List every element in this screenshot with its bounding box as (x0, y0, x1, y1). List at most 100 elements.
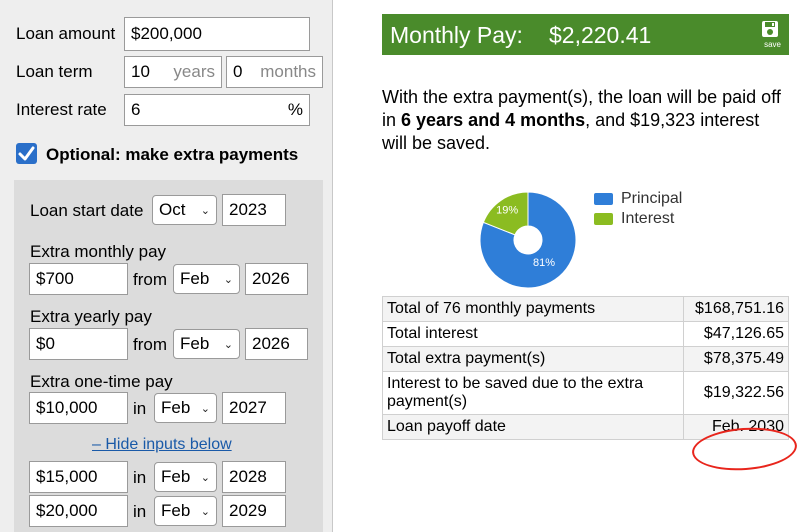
extra-row-connector: in (133, 502, 147, 521)
chevron-down-icon: ⌄ (200, 506, 210, 518)
table-row: Total extra payment(s) $78,375.49 (382, 346, 789, 372)
monthly-pay-header: Monthly Pay: $2,220.41 save (382, 14, 789, 55)
hide-inputs-link[interactable]: – Hide inputs below (92, 436, 232, 454)
extra-monthly-month-value: Feb (180, 269, 210, 288)
legend-interest-label: Interest (621, 210, 675, 227)
row-value: $47,126.65 (683, 321, 789, 347)
loan-amount-input[interactable]: $200,000 (124, 17, 310, 51)
results-table: Total of 76 monthly payments $168,751.16… (382, 296, 789, 440)
loan-term-label: Loan term (16, 62, 93, 81)
extra-row-connector: in (133, 468, 147, 487)
extra-yearly-connector: from (133, 335, 167, 354)
extra-yearly-year-value: 2026 (252, 334, 290, 353)
extra-onetime-month-value: Feb (161, 398, 191, 417)
chevron-down-icon: ⌄ (200, 472, 210, 484)
save-icon[interactable] (761, 20, 779, 40)
years-unit: years (173, 62, 215, 81)
interest-rate-label: Interest rate (16, 100, 107, 119)
loan-input-panel: Loan amount $200,000 Loan term 10 years … (0, 0, 333, 532)
chevron-down-icon: ⌄ (200, 205, 210, 217)
row-label: Total extra payment(s) (382, 346, 684, 372)
extra-monthly-amount-input[interactable]: $700 (29, 263, 128, 295)
extra-yearly-amount-value: $0 (36, 334, 55, 353)
table-row: Total interest $47,126.65 (382, 321, 789, 347)
extra-monthly-amount-value: $700 (36, 269, 74, 288)
extra-monthly-year-input[interactable]: 2026 (245, 263, 308, 295)
loan-amount-label: Loan amount (16, 24, 116, 43)
extra-onetime-label: Extra one-time pay (30, 372, 173, 391)
extra-monthly-month-select[interactable]: Feb ⌄ (173, 264, 240, 294)
monthly-pay-value: $2,220.41 (549, 22, 652, 48)
legend-principal: Principal (594, 190, 682, 208)
extra-onetime-connector: in (133, 399, 147, 418)
extra-row-amount-value: $20,000 (36, 501, 98, 520)
extra-row-month-select[interactable]: Feb ⌄ (154, 462, 217, 492)
extra-row-amount-input[interactable]: $20,000 (29, 495, 128, 527)
row-label: Total of 76 monthly payments (382, 296, 684, 322)
extra-onetime-amount-input[interactable]: $10,000 (29, 392, 128, 424)
legend-principal-label: Principal (621, 190, 683, 207)
extra-yearly-year-input[interactable]: 2026 (245, 328, 308, 360)
extra-row-year-input[interactable]: 2029 (222, 495, 286, 527)
extra-row-year-value: 2029 (229, 501, 267, 520)
save-label[interactable]: save (764, 40, 781, 49)
loan-term-years-value: 10 (131, 62, 150, 81)
extra-monthly-label: Extra monthly pay (30, 242, 167, 261)
extra-row-month-value: Feb (161, 501, 191, 520)
row-value: $168,751.16 (683, 296, 789, 322)
loan-amount-value: $200,000 (131, 24, 202, 43)
checkmark-icon (18, 146, 35, 161)
loan-term-months-value: 0 (233, 62, 243, 81)
interest-rate-input[interactable]: 6 % (124, 94, 310, 126)
start-year-value: 2023 (229, 200, 267, 219)
start-month-select[interactable]: Oct ⌄ (152, 195, 217, 225)
summary-text-bold: 6 years and 4 months (401, 110, 586, 130)
loan-term-years-input[interactable]: 10 years (124, 56, 222, 88)
extra-onetime-year-input[interactable]: 2027 (222, 392, 286, 424)
extra-row-month-value: Feb (161, 467, 191, 486)
chevron-down-icon: ⌄ (200, 403, 210, 415)
extra-yearly-month-select[interactable]: Feb ⌄ (173, 329, 240, 359)
months-unit: months (260, 62, 316, 81)
row-value: $78,375.49 (683, 346, 789, 372)
table-row: Loan payoff date Feb. 2030 (382, 414, 789, 440)
extra-yearly-month-value: Feb (180, 334, 210, 353)
chevron-down-icon: ⌄ (223, 339, 233, 351)
table-row: Interest to be saved due to the extra pa… (382, 371, 789, 415)
extra-row-year-value: 2028 (229, 467, 267, 486)
extra-onetime-month-select[interactable]: Feb ⌄ (154, 393, 217, 423)
extra-monthly-year-value: 2026 (252, 269, 290, 288)
principal-interest-pie-chart: 81% 19% (479, 191, 577, 289)
row-value: $19,322.56 (683, 371, 789, 415)
extra-yearly-label: Extra yearly pay (30, 307, 152, 326)
start-year-input[interactable]: 2023 (222, 194, 286, 226)
row-label: Loan payoff date (382, 414, 684, 440)
percent-unit: % (287, 100, 303, 119)
legend-interest: Interest (594, 210, 674, 228)
extra-payments-checkbox[interactable] (16, 143, 37, 164)
monthly-pay-label: Monthly Pay: (390, 22, 523, 48)
start-date-label: Loan start date (30, 201, 144, 220)
payoff-summary: With the extra payment(s), the loan will… (382, 86, 782, 155)
extra-monthly-connector: from (133, 270, 167, 289)
extra-onetime-amount-value: $10,000 (36, 398, 98, 417)
row-value: Feb. 2030 (683, 414, 789, 440)
start-month-value: Oct (159, 200, 186, 219)
interest-rate-value: 6 (131, 100, 141, 119)
optional-extra-payments-label: Optional: make extra payments (46, 145, 299, 164)
extra-row-month-select[interactable]: Feb ⌄ (154, 496, 217, 526)
row-label: Total interest (382, 321, 684, 347)
extra-row-year-input[interactable]: 2028 (222, 461, 286, 493)
extra-row-amount-value: $15,000 (36, 467, 98, 486)
chevron-down-icon: ⌄ (223, 274, 233, 286)
legend-swatch-principal (594, 193, 613, 205)
pie-label-interest: 19% (496, 204, 518, 216)
extra-onetime-year-value: 2027 (229, 398, 267, 417)
table-row: Total of 76 monthly payments $168,751.16 (382, 296, 789, 322)
extra-row-amount-input[interactable]: $15,000 (29, 461, 128, 493)
loan-term-months-input[interactable]: 0 months (226, 56, 323, 88)
row-label: Interest to be saved due to the extra pa… (382, 371, 684, 415)
legend-swatch-interest (594, 213, 613, 225)
extra-yearly-amount-input[interactable]: $0 (29, 328, 128, 360)
pie-label-principal: 81% (533, 257, 555, 269)
